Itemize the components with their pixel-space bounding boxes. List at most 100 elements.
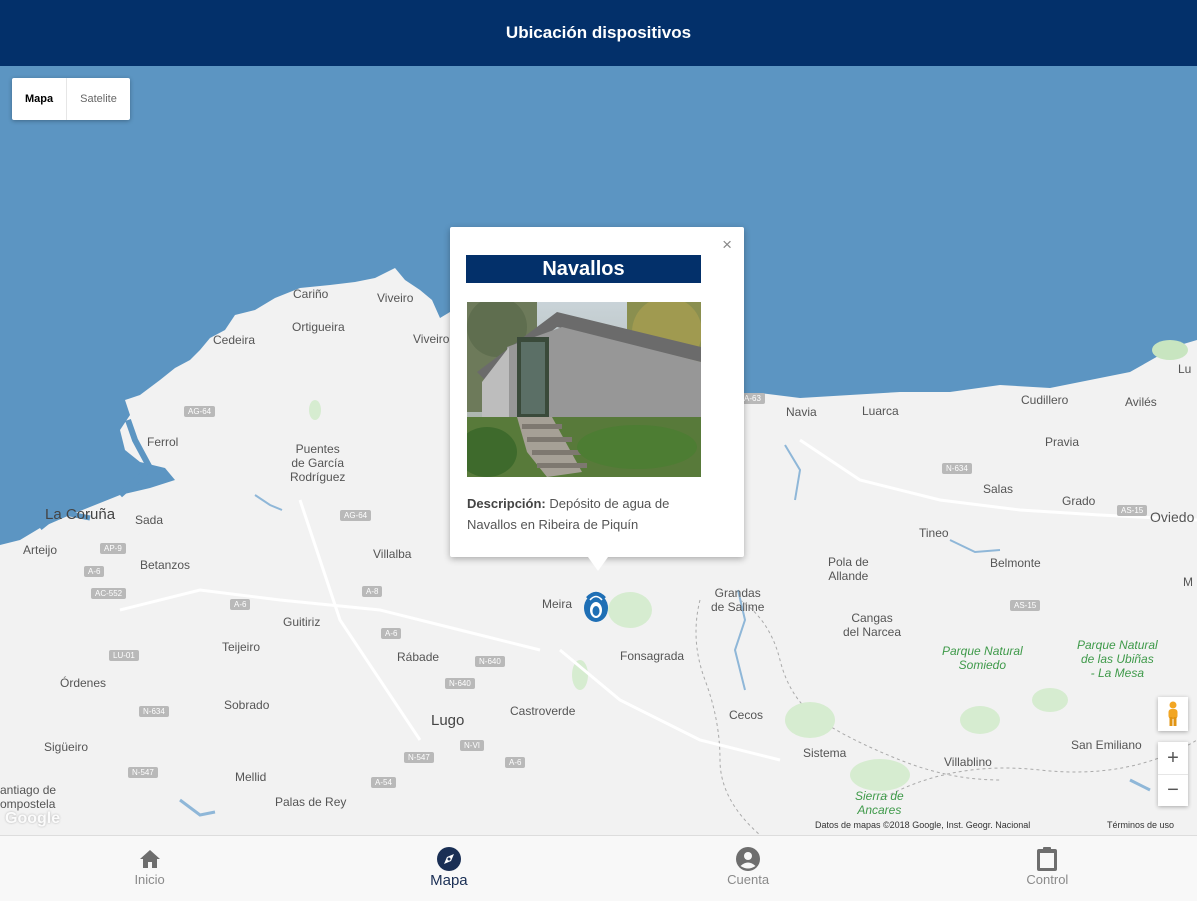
road-shield: N-634 xyxy=(139,706,169,717)
road-shield: A-6 xyxy=(84,566,105,577)
device-name: Navallos xyxy=(542,257,625,280)
map-label-mellid: Mellid xyxy=(235,770,267,784)
zoom-in-button[interactable]: + xyxy=(1158,742,1188,775)
road-shield: AG-64 xyxy=(340,510,372,521)
map-label-viveiro: Viveiro xyxy=(377,291,414,305)
road-shield: N-640 xyxy=(475,656,505,667)
map-label-santiago: antiago de ompostela xyxy=(0,783,57,811)
map-label-salas: Salas xyxy=(983,482,1014,496)
map-label-cedeira: Cedeira xyxy=(213,333,256,347)
map-label-parque-ubinas: Parque Natural de las Ubiñas - La Mesa xyxy=(1077,638,1158,680)
map-label-grado: Grado xyxy=(1062,494,1096,508)
map-label-luarca: Luarca xyxy=(862,404,899,418)
road-shield: N-640 xyxy=(445,678,475,689)
road-shield: A-6 xyxy=(381,628,402,639)
map-label-oviedo: Oviedo xyxy=(1150,509,1195,525)
map-label-arteijo: Arteijo xyxy=(23,543,58,557)
nav-label: Inicio xyxy=(134,872,165,887)
nav-label: Cuenta xyxy=(727,872,770,887)
map-label-edge-lu: Lu xyxy=(1178,362,1192,376)
info-window-title: Navallos xyxy=(466,255,701,283)
map-label-ortigueira: Ortigueira xyxy=(292,320,345,334)
zoom-out-button[interactable]: − xyxy=(1158,775,1188,806)
map-label-ferrol: Ferrol xyxy=(147,435,179,449)
map-label-pola-de-allande: Pola de Allande xyxy=(828,555,869,583)
map-label-lugo: Lugo xyxy=(431,712,465,729)
app-header: Ubicación dispositivos xyxy=(0,0,1197,66)
map-label-carino: Cariño xyxy=(293,287,329,301)
nav-tab-mapa[interactable]: Mapa xyxy=(299,836,598,901)
map-label-sistema: Sistema xyxy=(803,746,847,760)
nav-label: Control xyxy=(1026,872,1069,887)
map-label-villablino: Villablino xyxy=(944,755,992,769)
google-logo: Google xyxy=(5,810,61,827)
map-label-cudillero: Cudillero xyxy=(1021,393,1069,407)
road-shield: AG-64 xyxy=(184,406,216,417)
road-shield: N-547 xyxy=(128,767,158,778)
map-label-belmonte: Belmonte xyxy=(990,556,1041,570)
map-label-castroverde: Castroverde xyxy=(510,704,576,718)
map-label-grandas: Grandas de Salime xyxy=(711,586,765,614)
map-label-guitiriz: Guitiriz xyxy=(283,615,321,629)
road-shield: AC-552 xyxy=(91,588,127,599)
map-label-edge-m: M xyxy=(1183,575,1193,589)
map-label-pravia: Pravia xyxy=(1045,435,1080,449)
road-shield: AS-15 xyxy=(1010,600,1041,611)
account-icon xyxy=(735,846,761,872)
map-label-betanzos: Betanzos xyxy=(140,558,191,572)
map-label-meira: Meira xyxy=(542,597,573,611)
road-shield: A-54 xyxy=(371,777,396,788)
zoom-controls: + − xyxy=(1158,742,1188,806)
map-label-viveiro-2: Viveiro xyxy=(413,332,450,346)
map-label-sada: Sada xyxy=(135,513,164,527)
road-shield: A-6 xyxy=(505,757,526,768)
device-photo xyxy=(467,302,701,477)
road-shield: N-VI xyxy=(460,740,484,751)
map-label-teijeiro: Teijeiro xyxy=(222,640,261,654)
map-label-cecos: Cecos xyxy=(729,708,764,722)
map-label-san-emiliano: San Emiliano xyxy=(1071,738,1142,752)
map-type-toggle: Mapa Satelite xyxy=(12,78,130,120)
nav-tab-cuenta[interactable]: Cuenta xyxy=(599,836,898,901)
terms-link[interactable]: Términos de uso xyxy=(1107,820,1174,830)
map-label-villalba: Villalba xyxy=(373,547,412,561)
info-window: × Navallos Descripción: Depósito de agua… xyxy=(450,227,744,571)
map-attribution: Datos de mapas ©2018 Google, Inst. Geogr… xyxy=(815,820,1031,830)
map-label-fonsagrada: Fonsagrada xyxy=(620,649,685,663)
map-label-sigueiro: Sigüeiro xyxy=(44,740,89,754)
nav-tab-control[interactable]: Control xyxy=(898,836,1197,901)
map-type-map-button[interactable]: Mapa xyxy=(12,78,68,120)
road-shield: N-634 xyxy=(942,463,972,474)
device-marker-icon[interactable] xyxy=(581,586,611,624)
road-shield: AP-9 xyxy=(100,543,126,554)
map-label-cangas-del-narcea: Cangas del Narcea xyxy=(843,611,902,639)
road-shield: LU-01 xyxy=(109,650,139,661)
street-view-pegman-icon[interactable] xyxy=(1158,697,1188,731)
road-shield: AS-15 xyxy=(1117,505,1148,516)
clipboard-icon xyxy=(1036,846,1058,872)
map-label-palas-de-rey: Palas de Rey xyxy=(275,795,347,809)
map-label-ordenes: Órdenes xyxy=(60,676,107,690)
nav-label: Mapa xyxy=(430,872,468,889)
nav-tab-inicio[interactable]: Inicio xyxy=(0,836,299,901)
description-label: Descripción: xyxy=(467,496,546,511)
map-label-sobrado: Sobrado xyxy=(224,698,270,712)
map-label-tineo: Tineo xyxy=(919,526,949,540)
compass-icon xyxy=(436,846,462,872)
map-label-parque-somiedo: Parque Natural Somiedo xyxy=(942,644,1023,672)
map-label-rabade: Rábade xyxy=(397,650,440,664)
road-shield: A-8 xyxy=(362,586,383,597)
close-icon[interactable]: × xyxy=(722,235,732,255)
home-icon xyxy=(138,846,162,872)
map-label-sierra-ancares: Sierra de Ancares xyxy=(855,789,904,817)
map-label-navia: Navia xyxy=(786,405,817,419)
map-type-satellite-button[interactable]: Satelite xyxy=(67,78,130,120)
road-shield: A-6 xyxy=(230,599,251,610)
road-shield: N-547 xyxy=(404,752,434,763)
page-title: Ubicación dispositivos xyxy=(505,23,692,42)
device-description: Descripción: Depósito de agua de Navallo… xyxy=(467,493,707,535)
map-label-puentes: Puentes de García Rodríguez xyxy=(290,442,346,484)
map-label-aviles: Avilés xyxy=(1125,395,1157,409)
map-label-la-coruna: La Coruña xyxy=(45,506,116,523)
bottom-navigation: Inicio Mapa Cuenta Control xyxy=(0,835,1197,901)
